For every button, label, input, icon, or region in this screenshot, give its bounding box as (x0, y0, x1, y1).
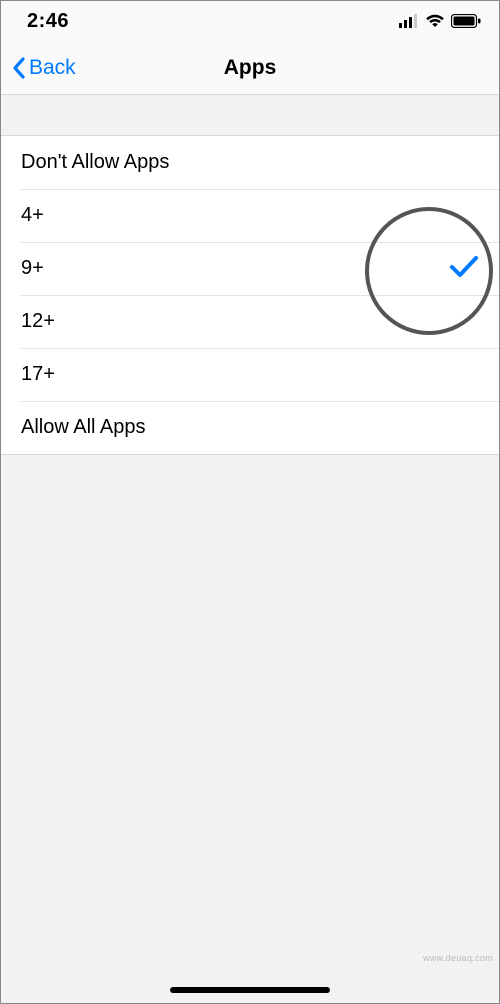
watermark-text: www.deuaq.com (423, 953, 493, 963)
chevron-left-icon (11, 56, 27, 80)
back-label: Back (29, 56, 76, 80)
option-label: Don't Allow Apps (21, 151, 479, 174)
option-label: Allow All Apps (21, 416, 479, 439)
checkmark-icon (449, 254, 479, 284)
options-list: Don't Allow Apps 4+ 9+ 12+ 17+ Allow All… (1, 135, 499, 455)
option-label: 12+ (21, 310, 479, 333)
status-time: 2:46 (27, 10, 69, 33)
option-label: 17+ (21, 363, 479, 386)
option-17plus[interactable]: 17+ (1, 348, 499, 401)
nav-bar: Back Apps (1, 41, 499, 95)
option-dont-allow[interactable]: Don't Allow Apps (1, 136, 499, 189)
home-indicator[interactable] (170, 987, 330, 993)
status-bar: 2:46 (1, 1, 499, 41)
wifi-icon (425, 14, 445, 28)
option-12plus[interactable]: 12+ (1, 295, 499, 348)
option-9plus[interactable]: 9+ (1, 242, 499, 295)
option-4plus[interactable]: 4+ (1, 189, 499, 242)
status-indicators (399, 14, 481, 28)
option-label: 4+ (21, 204, 479, 227)
cellular-icon (399, 14, 419, 28)
option-label: 9+ (21, 257, 449, 280)
option-allow-all[interactable]: Allow All Apps (1, 401, 499, 454)
back-button[interactable]: Back (1, 56, 76, 80)
screen: 2:46 Back (0, 0, 500, 1004)
section-spacer (1, 95, 499, 135)
battery-icon (451, 14, 481, 28)
